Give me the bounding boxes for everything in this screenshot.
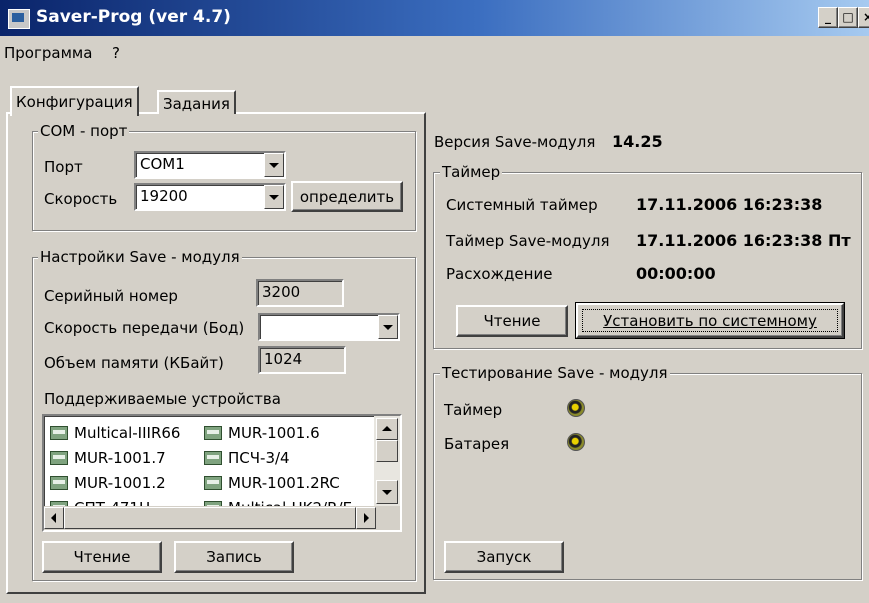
timer-group-label: Таймер	[440, 163, 503, 181]
arrow-down-icon	[382, 490, 392, 495]
module-write-button[interactable]: Запись	[174, 541, 294, 573]
baud-select[interactable]	[258, 313, 400, 341]
timer-status-led-icon	[567, 399, 585, 417]
list-item-label: MUR-1001.2RC	[228, 473, 340, 492]
speed-dropdown-button[interactable]	[264, 185, 284, 209]
vertical-scrollbar[interactable]	[374, 416, 400, 506]
window-title: Saver-Prog (ver 4.7)	[36, 7, 231, 27]
list-item[interactable]: MUR-1001.7	[50, 445, 180, 470]
scroll-up-button[interactable]	[376, 418, 398, 440]
device-icon	[50, 475, 68, 490]
menu-help[interactable]: ?	[112, 44, 120, 62]
set-system-time-label: Установить по системному	[582, 309, 838, 332]
baud-dropdown-button[interactable]	[378, 315, 398, 339]
horizontal-scrollbar[interactable]	[44, 506, 400, 530]
scroll-right-button[interactable]	[356, 507, 376, 529]
device-icon	[50, 450, 68, 465]
tab-tasks[interactable]: Задания	[157, 90, 236, 114]
set-system-time-button[interactable]: Установить по системному	[575, 302, 845, 339]
devices-label: Поддерживаемые устройства	[44, 390, 281, 408]
devices-column-1: Multical-IIIR66 MUR-1001.7 MUR-1001.2 СП…	[50, 420, 180, 520]
scroll-left-button[interactable]	[44, 507, 64, 529]
title-bar: Saver-Prog (ver 4.7) _ □ ×	[0, 0, 869, 36]
arrow-up-icon	[382, 426, 392, 431]
module-timer-value: 17.11.2006 16:23:38 Пт	[636, 231, 851, 250]
list-item-label: ПСЧ-3/4	[228, 448, 290, 467]
menu-program[interactable]: Программа	[4, 44, 92, 62]
module-read-button[interactable]: Чтение	[42, 541, 162, 573]
tab-config[interactable]: Конфигурация	[10, 86, 139, 116]
arrow-left-icon	[51, 513, 56, 523]
system-timer-label: Системный таймер	[446, 196, 598, 214]
memory-value: 1024	[264, 350, 303, 368]
port-label: Порт	[44, 158, 83, 176]
devices-list[interactable]: Multical-IIIR66 MUR-1001.7 MUR-1001.2 СП…	[42, 414, 402, 532]
device-icon	[204, 475, 222, 490]
list-item-label: MUR-1001.2	[74, 473, 166, 492]
speed-label: Скорость	[44, 190, 118, 208]
version-value: 14.25	[612, 132, 663, 151]
scroll-down-button[interactable]	[376, 480, 398, 504]
list-item-label: MUR-1001.6	[228, 423, 320, 442]
memory-label: Объем памяти (КБайт)	[44, 354, 224, 372]
arrow-right-icon	[364, 513, 369, 523]
list-item-label: Multical-IIIR66	[74, 423, 181, 442]
speed-select[interactable]: 19200	[134, 183, 286, 211]
list-item[interactable]: MUR-1001.2RC	[204, 470, 352, 495]
device-icon	[204, 425, 222, 440]
battery-status-led-icon	[567, 433, 585, 451]
vertical-scroll-thumb[interactable]	[376, 440, 398, 462]
chevron-down-icon	[269, 195, 279, 200]
minimize-button[interactable]: _	[818, 7, 838, 28]
version-label: Версия Save-модуля	[434, 133, 596, 151]
port-value: COM1	[140, 155, 185, 173]
run-test-button[interactable]: Запуск	[444, 541, 564, 573]
timer-test-label: Таймер	[444, 401, 503, 419]
system-timer-value: 17.11.2006 16:23:38	[636, 195, 823, 214]
difference-value: 00:00:00	[636, 264, 716, 283]
memory-field: 1024	[258, 346, 346, 374]
list-item[interactable]: MUR-1001.6	[204, 420, 352, 445]
list-item[interactable]: MUR-1001.2	[50, 470, 180, 495]
port-dropdown-button[interactable]	[264, 153, 284, 177]
port-select[interactable]: COM1	[134, 151, 286, 179]
com-port-group-label: COM - порт	[38, 122, 130, 140]
serial-label: Серийный номер	[44, 287, 178, 305]
speed-value: 19200	[140, 187, 188, 205]
list-item-label: MUR-1001.7	[74, 448, 166, 467]
chevron-down-icon	[269, 163, 279, 168]
app-icon	[8, 9, 30, 29]
device-icon	[204, 450, 222, 465]
serial-field: 3200	[256, 279, 344, 307]
list-item[interactable]: Multical-IIIR66	[50, 420, 180, 445]
device-icon	[50, 425, 68, 440]
list-item[interactable]: ПСЧ-3/4	[204, 445, 352, 470]
battery-test-label: Батарея	[444, 435, 510, 453]
baud-label: Скорость передачи (Бод)	[44, 319, 245, 337]
difference-label: Расхождение	[446, 265, 553, 283]
horizontal-scroll-thumb[interactable]	[64, 507, 356, 529]
close-button[interactable]: ×	[858, 7, 869, 28]
serial-value: 3200	[262, 283, 301, 301]
maximize-button[interactable]: □	[838, 7, 858, 28]
module-timer-label: Таймер Save-модуля	[446, 232, 610, 250]
detect-button[interactable]: определить	[291, 181, 403, 212]
chevron-down-icon	[383, 325, 393, 330]
testing-group-label: Тестирование Save - модуля	[440, 364, 670, 382]
module-settings-group-label: Настройки Save - модуля	[38, 248, 242, 266]
devices-column-2: MUR-1001.6 ПСЧ-3/4 MUR-1001.2RC Multical…	[204, 420, 352, 520]
timer-read-button[interactable]: Чтение	[456, 305, 568, 337]
